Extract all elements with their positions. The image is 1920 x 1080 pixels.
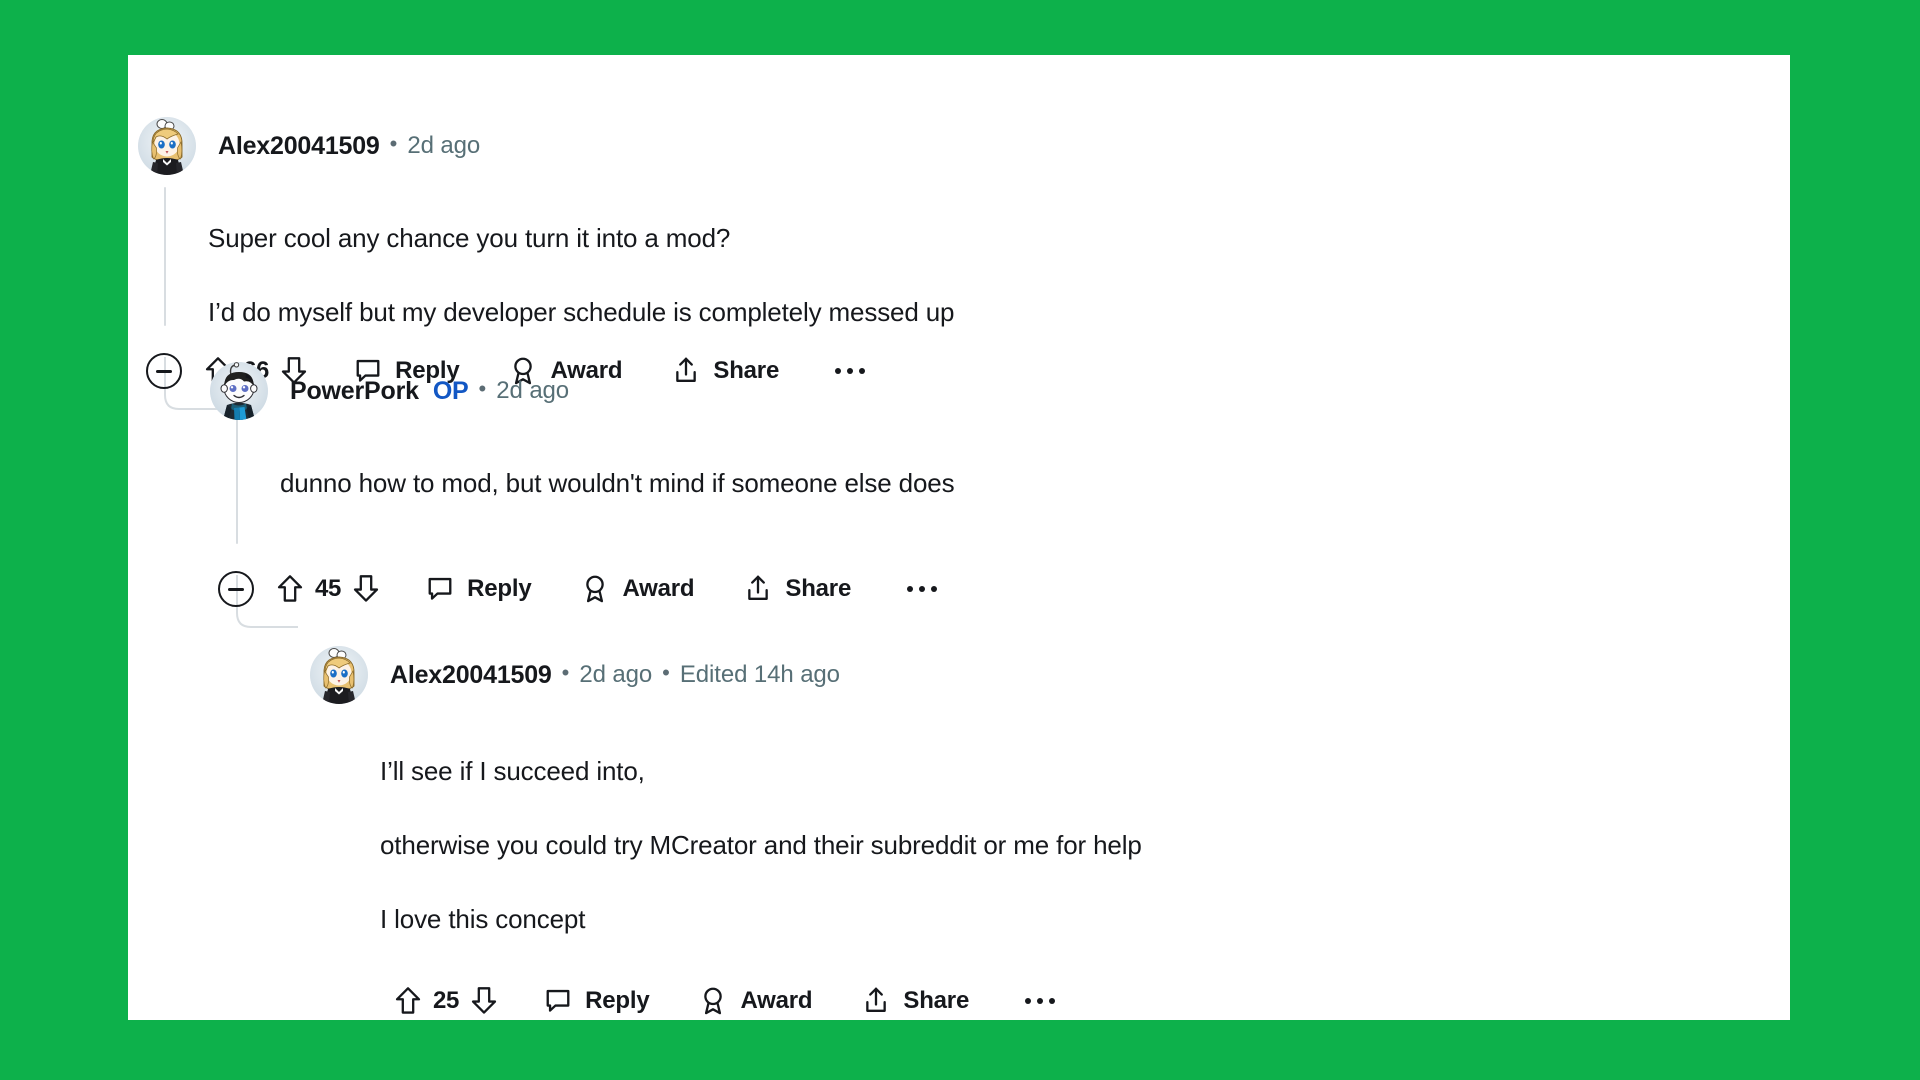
kebab-dot [1049, 998, 1056, 1004]
collapse-thread-button[interactable] [146, 349, 182, 393]
comment-author[interactable]: Alex20041509 [218, 132, 380, 161]
avatar[interactable] [138, 117, 196, 175]
comment-paragraph: I’d do myself but my developer schedule … [208, 296, 955, 327]
downvote-arrow-icon[interactable] [470, 986, 498, 1016]
kebab-dot [859, 368, 866, 374]
award-button[interactable]: Award [581, 567, 695, 611]
comment-action-bar: 45 Reply Award Share [218, 567, 938, 611]
share-upload-icon [862, 986, 890, 1016]
kebab-dot [907, 586, 914, 592]
comment-edited-timestamp: Edited 14h ago [679, 661, 840, 688]
separator-dot: • [561, 660, 570, 685]
comment-paragraph: I love this concept [380, 903, 586, 934]
comment-body: dunno how to mod, but wouldn't mind if s… [280, 467, 1710, 501]
separator-dot: • [478, 376, 487, 401]
share-button[interactable]: Share [862, 979, 969, 1023]
separator-dot: • [662, 660, 670, 685]
minus-circle-icon [218, 571, 254, 607]
comment-bubble-icon [426, 575, 454, 603]
more-options-button[interactable] [907, 567, 938, 611]
reply-label: Reply [585, 987, 650, 1014]
comment-paragraph: Super cool any chance you turn it into a… [208, 223, 731, 253]
award-button[interactable]: Award [699, 979, 813, 1023]
more-options-button[interactable] [835, 349, 866, 393]
award-medal-icon [699, 986, 727, 1016]
vote-group: 25 [394, 979, 498, 1023]
avatar[interactable] [210, 362, 268, 420]
comment-author[interactable]: Alex20041509 [390, 661, 552, 690]
comment-paragraph: I’ll see if I succeed into, [380, 756, 645, 786]
comment-timestamp: 2d ago [579, 661, 653, 688]
comment-timestamp: 2d ago [496, 377, 570, 404]
award-label: Award [740, 987, 813, 1014]
comment-header: Alex20041509 • 2d ago [138, 117, 480, 175]
award-label: Award [622, 575, 695, 602]
comment-bubble-icon [544, 987, 572, 1015]
thread-line[interactable] [236, 410, 238, 544]
comment-header: PowerPork OP • 2d ago [210, 362, 569, 420]
avatar[interactable] [310, 646, 368, 704]
op-badge: OP [432, 376, 469, 405]
share-label: Share [903, 987, 970, 1014]
powerpork-avatar-image [210, 362, 268, 420]
vote-score: 25 [433, 987, 460, 1014]
comment-header: Alex20041509 • 2d ago • Edited 14h ago [310, 646, 840, 704]
kebab-dot [919, 586, 926, 592]
comment-paragraph: otherwise you could try MCreator and the… [380, 829, 1142, 860]
comment-body: I’ll see if I succeed into, otherwise yo… [380, 755, 1720, 936]
share-button[interactable]: Share [744, 567, 851, 611]
upvote-arrow-icon[interactable] [276, 574, 304, 604]
kebab-dot [931, 586, 938, 592]
comment-body: Super cool any chance you turn it into a… [208, 222, 1708, 330]
reply-button[interactable]: Reply [544, 979, 650, 1023]
share-upload-icon [672, 356, 700, 386]
reply-button[interactable]: Reply [426, 567, 532, 611]
comment-timestamp: 2d ago [407, 132, 481, 159]
kebab-dot [835, 368, 842, 374]
award-medal-icon [581, 574, 609, 604]
kebab-dot [1037, 998, 1044, 1004]
separator-dot: • [389, 131, 398, 156]
comment-author[interactable]: PowerPork [290, 377, 419, 406]
more-options-button[interactable] [1025, 979, 1056, 1023]
kebab-dot [1025, 998, 1032, 1004]
share-button[interactable]: Share [672, 349, 779, 393]
comment-action-bar: 25 Reply Award Share [394, 979, 1056, 1023]
comment-thread-card: Alex20041509 • 2d ago Super cool any cha… [128, 55, 1790, 1020]
downvote-arrow-icon[interactable] [352, 574, 380, 604]
collapse-thread-button[interactable] [218, 567, 254, 611]
share-label: Share [713, 357, 780, 384]
share-upload-icon [744, 574, 772, 604]
minus-circle-icon [146, 353, 182, 389]
comment-paragraph: dunno how to mod, but wouldn't mind if s… [280, 468, 955, 498]
vote-score: 45 [315, 575, 342, 602]
share-label: Share [785, 575, 852, 602]
upvote-arrow-icon[interactable] [394, 986, 422, 1016]
alex-avatar-image [138, 117, 196, 175]
thread-line[interactable] [164, 187, 166, 326]
vote-group: 45 [276, 567, 380, 611]
reply-label: Reply [467, 575, 532, 602]
kebab-dot [847, 368, 854, 374]
alex-avatar-image [310, 646, 368, 704]
